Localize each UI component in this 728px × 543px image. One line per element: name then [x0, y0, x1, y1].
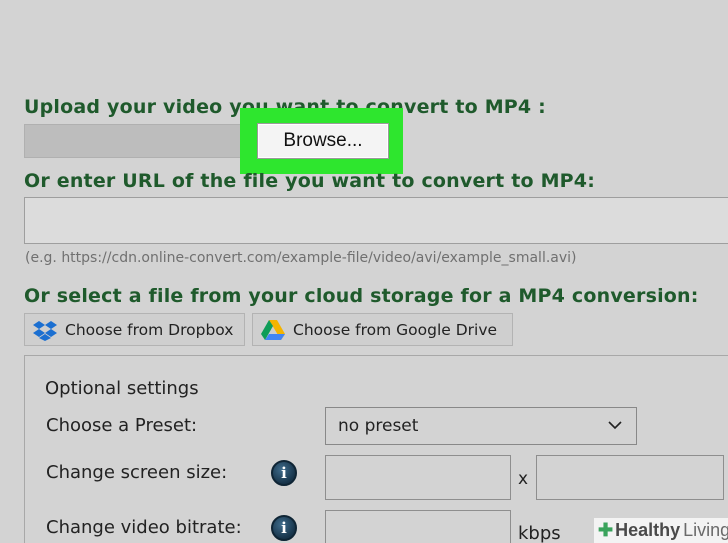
dropbox-label: Choose from Dropbox	[65, 320, 234, 339]
info-icon[interactable]: i	[271, 515, 297, 541]
size-separator: x	[518, 469, 529, 489]
url-input[interactable]	[24, 197, 728, 244]
cloud-heading: Or select a file from your cloud storage…	[24, 285, 699, 307]
dropbox-icon	[33, 319, 57, 341]
choose-dropbox-button[interactable]: Choose from Dropbox	[24, 313, 245, 346]
bitrate-unit: kbps	[518, 523, 561, 543]
bitrate-input[interactable]	[325, 510, 511, 543]
google-drive-label: Choose from Google Drive	[293, 320, 498, 339]
screen-size-label: Change screen size:	[46, 462, 228, 483]
screen-width-input[interactable]	[325, 455, 511, 500]
preset-label: Choose a Preset:	[46, 415, 198, 436]
url-example-hint: (e.g. https://cdn.online-convert.com/exa…	[25, 250, 577, 266]
healthy-living-watermark: ✚ Healthy Living	[594, 518, 728, 543]
plus-logo-icon: ✚	[598, 520, 614, 540]
preset-selected-value: no preset	[338, 416, 419, 436]
browse-button[interactable]: Browse...	[257, 123, 389, 159]
bitrate-label: Change video bitrate:	[46, 517, 242, 538]
optional-settings-title: Optional settings	[45, 378, 199, 399]
chevron-down-icon	[608, 421, 622, 430]
url-heading: Or enter URL of the file you want to con…	[24, 170, 596, 192]
info-icon[interactable]: i	[271, 460, 297, 486]
watermark-word2: Living	[683, 520, 728, 540]
google-drive-icon	[261, 319, 285, 341]
screen-height-input[interactable]	[536, 455, 724, 500]
choose-google-drive-button[interactable]: Choose from Google Drive	[252, 313, 513, 346]
watermark-word1: Healthy	[615, 520, 681, 540]
preset-select[interactable]: no preset	[325, 407, 637, 445]
file-path-field[interactable]	[24, 124, 264, 158]
